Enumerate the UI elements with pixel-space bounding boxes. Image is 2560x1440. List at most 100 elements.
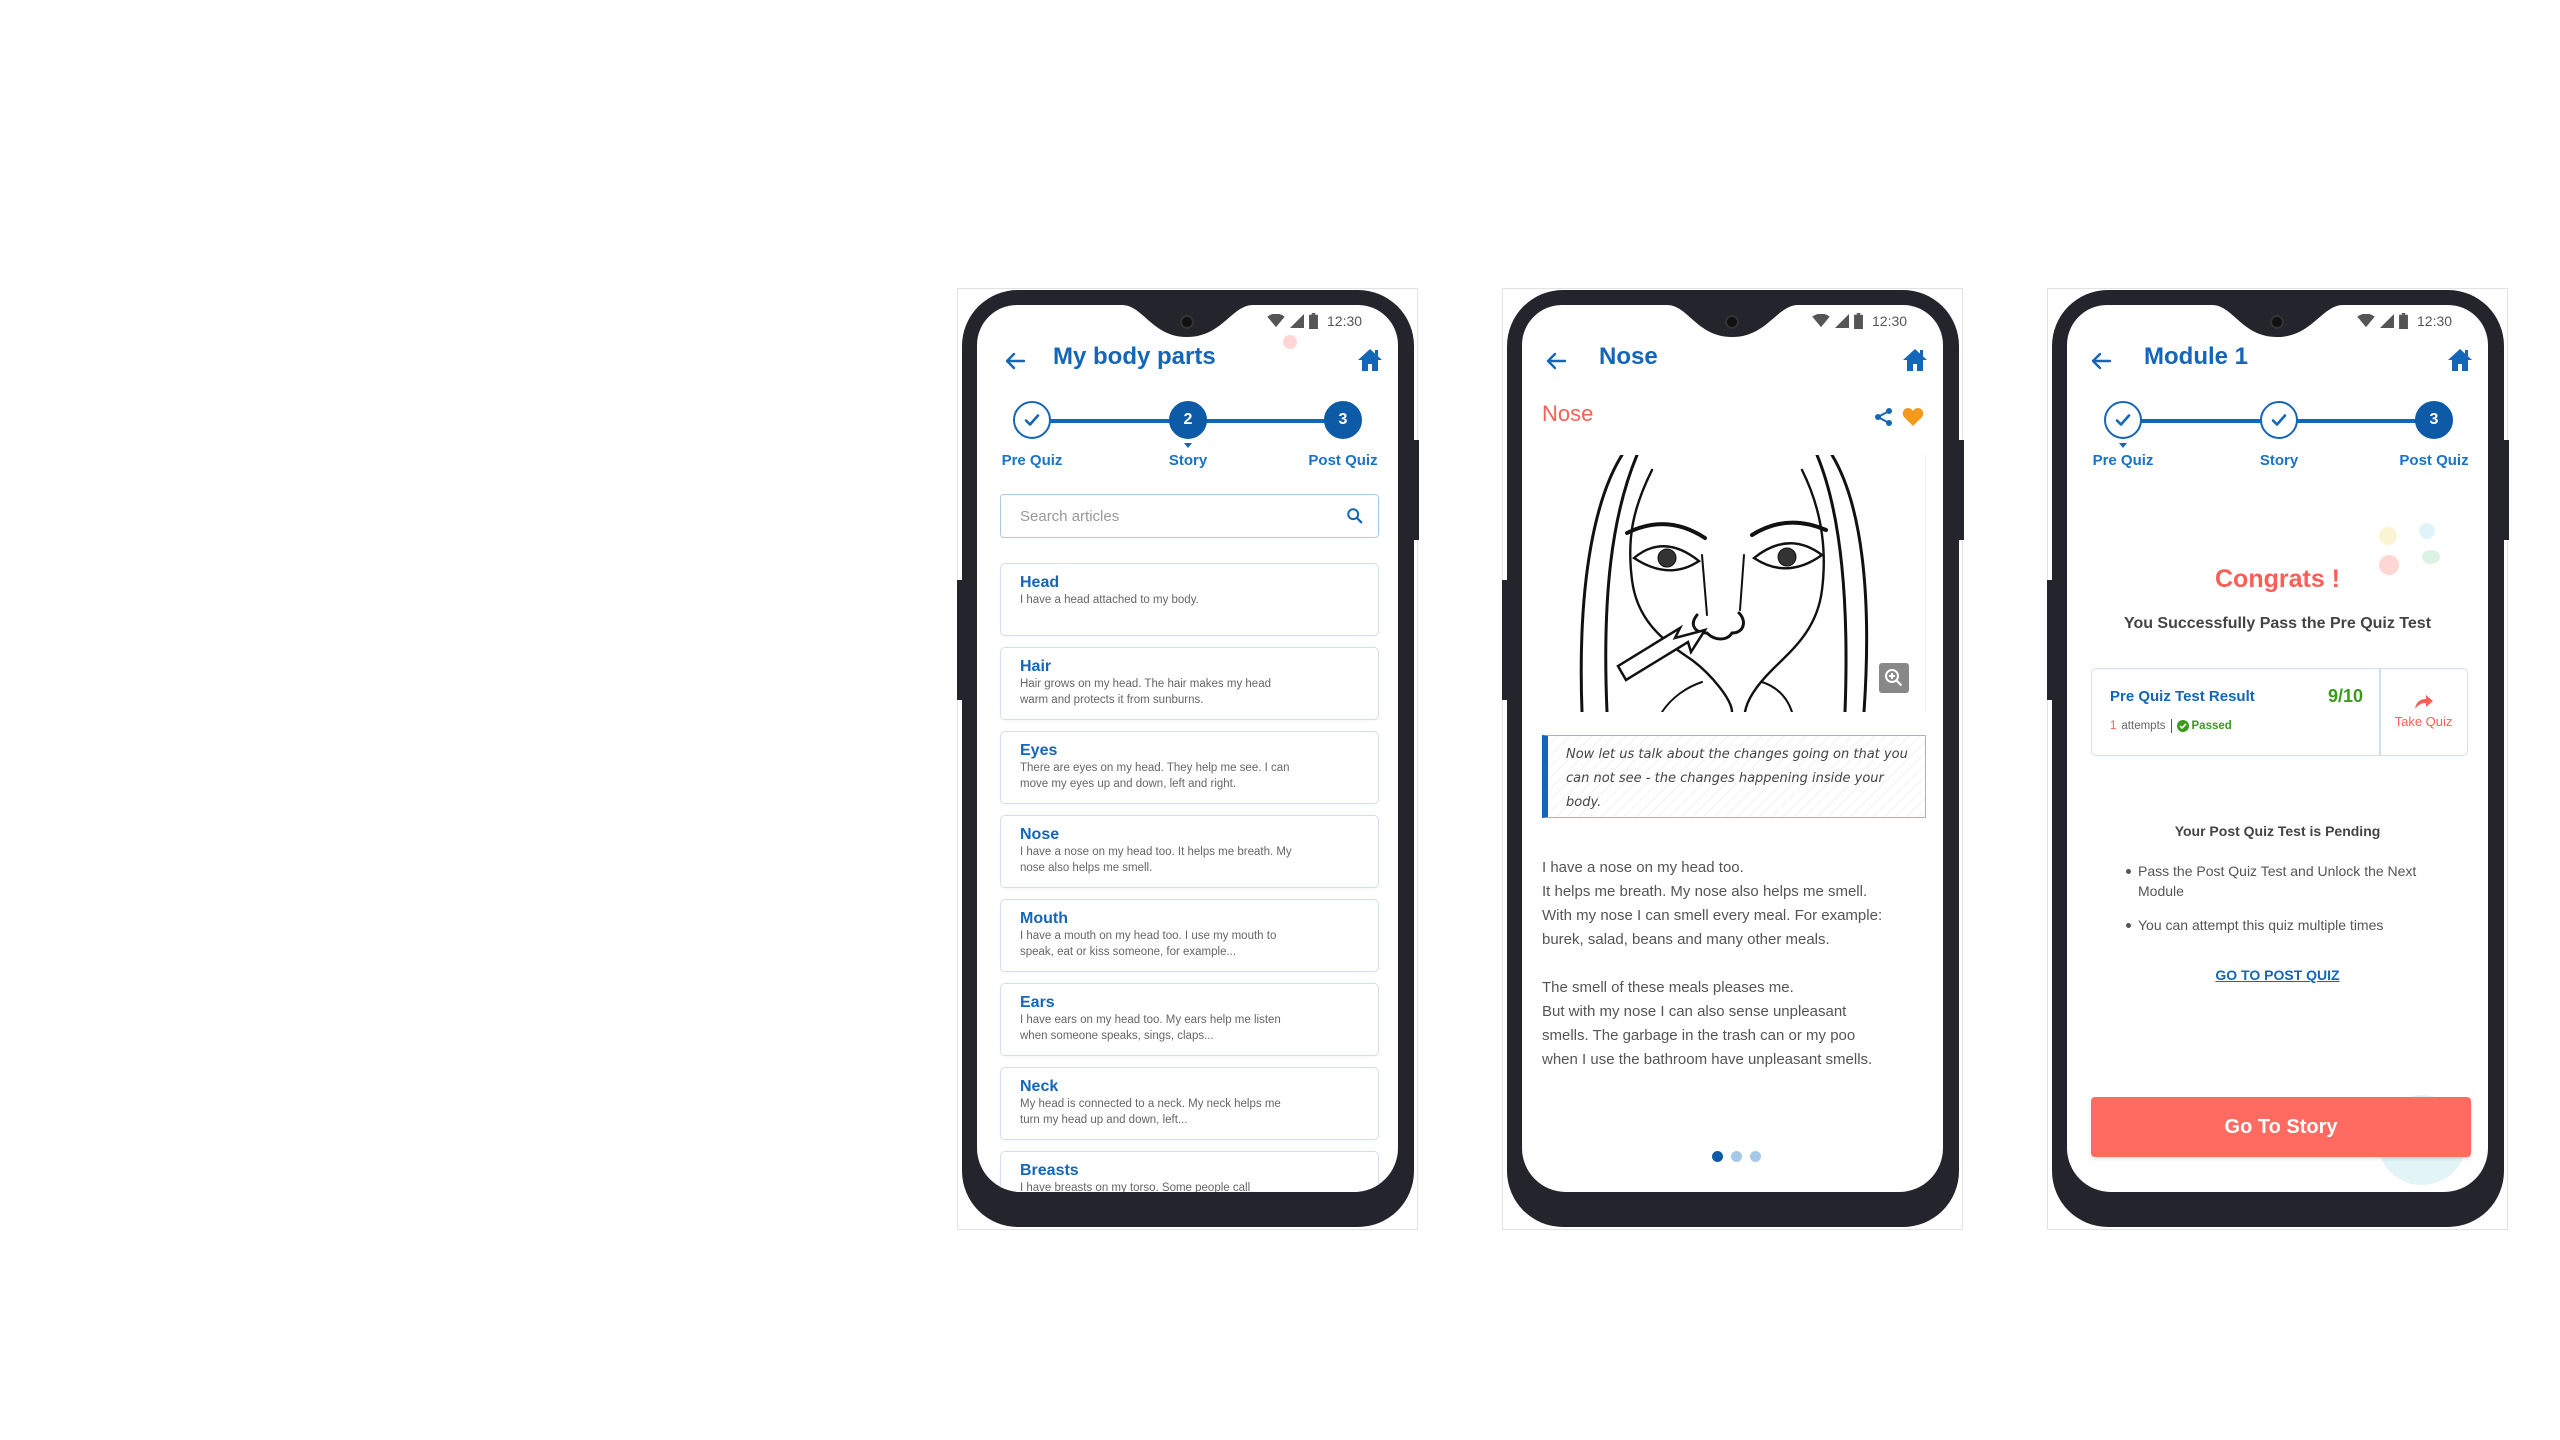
pre-quiz-result-card: Pre Quiz Test Result 9/10 1 attempts Pas… (2091, 668, 2468, 756)
phone-mockup-module: 12:30 Module 1 3 Pre Quiz Story Post Qui… (2047, 288, 2509, 1230)
pending-heading: Your Post Quiz Test is Pending (2174, 823, 2381, 839)
story-heading: Nose (1542, 401, 1594, 426)
story-line: The smell of these meals pleases me. (1542, 979, 1794, 996)
article-desc: Hair grows on my head. The hair makes my… (1020, 678, 1271, 706)
article-title: Ears (1020, 994, 1055, 1011)
check-icon (1022, 410, 1042, 430)
home-icon[interactable] (1357, 347, 1383, 373)
share-icon[interactable] (1874, 407, 1894, 427)
bullet-item: Pass the Post Quiz Test and Unlock the N… (2126, 861, 2426, 901)
current-step-caret (2119, 443, 2127, 448)
story-line: burek, salad, beans and many other meals… (1542, 931, 1830, 948)
search-icon[interactable] (1346, 507, 1364, 525)
search-input[interactable] (1020, 507, 1346, 525)
article-desc: I have a mouth on my head too. I use my … (1020, 930, 1277, 958)
passed-badge: Passed (2176, 720, 2232, 732)
signal-icon (1835, 314, 1849, 328)
divider (2170, 719, 2172, 733)
step-story[interactable]: 2 (1169, 401, 1207, 439)
side-button (1413, 440, 1419, 540)
article-desc: I have ears on my head too. My ears help… (1020, 1014, 1281, 1042)
decoration (2379, 527, 2397, 545)
article-desc: I have a nose on my head too. It helps m… (1020, 846, 1292, 874)
story-quote: Now let us talk about the changes going … (1542, 735, 1926, 818)
signal-icon (1290, 314, 1304, 328)
article-title: Mouth (1020, 910, 1068, 927)
article-title: Hair (1020, 658, 1052, 675)
story-paragraph: I have a nose on my head too. It helps m… (1542, 856, 1932, 952)
step-label[interactable]: Post Quiz (2374, 452, 2488, 469)
page-title: Module 1 (2144, 343, 2249, 370)
article-card[interactable]: Neck My head is connected to a neck. My n… (1000, 1067, 1379, 1140)
article-card[interactable]: Hair Hair grows on my head. The hair make… (1000, 647, 1379, 720)
search-box (1000, 494, 1379, 538)
wifi-icon (2357, 314, 2375, 328)
passed-label: Passed (2191, 720, 2232, 732)
result-meta: 1 attempts Passed (2110, 719, 2232, 733)
side-button (1502, 580, 1508, 700)
battery-icon (1854, 313, 1863, 329)
check-icon (2269, 410, 2289, 430)
page-indicator (1712, 1151, 1761, 1162)
step-label[interactable]: Pre Quiz (2067, 452, 2183, 469)
decoration (2419, 523, 2435, 539)
story-line: I have a nose on my head too. (1542, 859, 1744, 876)
side-button (2047, 580, 2053, 700)
share-arrow-icon (2414, 694, 2433, 709)
story-line: With my nose I can smell every meal. For… (1542, 907, 1883, 924)
check-icon (2113, 410, 2133, 430)
story-line: when I use the bathroom have unpleasant … (1542, 1051, 1873, 1068)
step-post-quiz[interactable]: 3 (2415, 401, 2453, 439)
article-title: Neck (1020, 1078, 1059, 1095)
article-card[interactable]: Nose I have a nose on my head too. It hel… (1000, 815, 1379, 888)
article-desc: I have a head attached to my body. (1020, 594, 1199, 606)
step-label[interactable]: Post Quiz (1283, 452, 1398, 469)
result-title: Pre Quiz Test Result (2110, 688, 2255, 705)
article-card[interactable]: Ears I have ears on my head too. My ears … (1000, 983, 1379, 1056)
screen: 12:30 My body parts 2 3 Pre Quiz Story P… (977, 305, 1398, 1192)
back-arrow-icon[interactable] (1544, 349, 1568, 373)
side-button (957, 580, 963, 700)
decoration (2422, 550, 2440, 564)
take-quiz-label: Take Quiz (2394, 713, 2453, 729)
step-label[interactable]: Pre Quiz (977, 452, 1092, 469)
step-label[interactable]: Story (2219, 452, 2339, 469)
wifi-icon (1267, 314, 1285, 328)
side-button (1958, 440, 1964, 540)
step-pre-quiz[interactable] (2104, 401, 2142, 439)
take-quiz-button[interactable]: Take Quiz (2380, 669, 2467, 754)
story-line: But with my nose I can also sense unplea… (1542, 1003, 1847, 1020)
screen: 12:30 Module 1 3 Pre Quiz Story Post Qui… (2067, 305, 2488, 1192)
article-card[interactable]: Breasts I have breasts on my torso. Some … (1000, 1151, 1379, 1192)
step-label[interactable]: Story (1128, 452, 1248, 469)
page-dot[interactable] (1750, 1151, 1761, 1162)
story-paragraph: The smell of these meals pleases me. But… (1542, 976, 1932, 1072)
side-button (2503, 440, 2509, 540)
article-title: Head (1020, 574, 1060, 591)
step-pre-quiz[interactable] (1013, 401, 1051, 439)
page-dot-active[interactable] (1712, 1151, 1723, 1162)
article-card[interactable]: Head I have a head attached to my body. (1000, 563, 1379, 636)
phone-mockup-story: 12:30 Nose Nose Now let us talk about th… (1502, 288, 1964, 1230)
article-card[interactable]: Mouth I have a mouth on my head too. I us… (1000, 899, 1379, 972)
page-dot[interactable] (1731, 1151, 1742, 1162)
article-desc: I have breasts on my torso. Some people … (1020, 1182, 1251, 1192)
home-icon[interactable] (2447, 347, 2473, 373)
back-arrow-icon[interactable] (1003, 349, 1027, 373)
home-icon[interactable] (1902, 347, 1928, 373)
go-to-story-button[interactable]: Go To Story (2091, 1097, 2471, 1157)
step-story[interactable] (2260, 401, 2298, 439)
status-time: 12:30 (2417, 313, 2453, 329)
story-line: smells. The garbage in the trash can or … (1542, 1027, 1856, 1044)
back-arrow-icon[interactable] (2089, 349, 2113, 373)
story-text: I have a nose on my head too. It helps m… (1542, 856, 1932, 1096)
go-to-post-quiz-link[interactable]: GO TO POST QUIZ (2067, 967, 2488, 983)
decoration (1283, 335, 1297, 349)
step-number: 2 (1183, 411, 1193, 428)
step-post-quiz[interactable]: 3 (1324, 401, 1362, 439)
heart-icon[interactable] (1902, 407, 1924, 427)
wifi-icon (1812, 314, 1830, 328)
article-card[interactable]: Eyes There are eyes on my head. They help… (1000, 731, 1379, 804)
zoom-image-button[interactable] (1879, 663, 1909, 693)
nose-illustration[interactable] (1542, 455, 1926, 712)
